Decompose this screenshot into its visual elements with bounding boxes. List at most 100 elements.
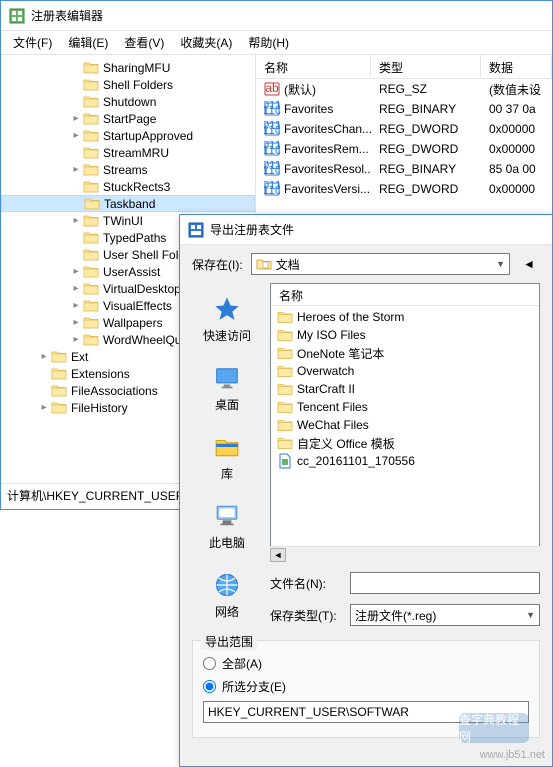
tree-toggle-icon[interactable] [69, 231, 83, 245]
tree-label: Extensions [71, 367, 130, 381]
place-this-pc[interactable]: 此电脑 [192, 494, 262, 557]
folder-icon [51, 350, 67, 363]
menu-favorites[interactable]: 收藏夹(A) [172, 31, 240, 54]
tree-label: UserAssist [103, 265, 160, 279]
folder-icon [277, 435, 293, 451]
tree-item-streammru[interactable]: StreamMRU [1, 144, 255, 161]
place-network[interactable]: 网络 [192, 563, 262, 626]
file-row[interactable]: StarCraft II [273, 380, 537, 398]
tree-item-taskband[interactable]: Taskband [1, 195, 255, 212]
tree-item-sharingmfu[interactable]: SharingMFU [1, 59, 255, 76]
file-name: OneNote 笔记本 [297, 345, 384, 362]
tree-toggle-icon[interactable] [69, 146, 83, 160]
file-row[interactable]: Tencent Files [273, 398, 537, 416]
filetype-combo[interactable]: 注册文件(*.reg) ▼ [350, 604, 540, 626]
folder-icon [83, 78, 99, 91]
value-name: Favorites [284, 102, 333, 116]
folder-icon [83, 163, 99, 176]
back-button[interactable]: ◄ [518, 253, 540, 275]
menu-view[interactable]: 查看(V) [116, 31, 172, 54]
tree-label: Wallpapers [103, 316, 163, 330]
tree-toggle-icon[interactable]: ▸ [69, 163, 83, 177]
tree-toggle-icon[interactable] [69, 95, 83, 109]
bin-icon [264, 141, 280, 157]
tree-item-shutdown[interactable]: Shutdown [1, 93, 255, 110]
save-in-value: 文档 [276, 256, 300, 273]
tree-toggle-icon[interactable] [37, 384, 51, 398]
value-type: REG_DWORD [371, 182, 481, 196]
regfile-icon [277, 453, 293, 469]
values-body[interactable]: (默认)REG_SZ(数值未设FavoritesREG_BINARY00 37 … [256, 79, 552, 199]
tree-item-startpage[interactable]: ▸StartPage [1, 110, 255, 127]
tree-toggle-icon[interactable] [69, 78, 83, 92]
value-name: FavoritesRem... [284, 142, 369, 156]
tree-label: Shutdown [103, 95, 156, 109]
horizontal-scrollbar[interactable]: ◄ [270, 546, 540, 562]
tree-toggle-icon[interactable]: ▸ [69, 265, 83, 279]
title-bar[interactable]: 注册表编辑器 [1, 1, 552, 31]
scroll-left-icon[interactable]: ◄ [270, 548, 286, 562]
tree-toggle-icon[interactable]: ▸ [69, 316, 83, 330]
save-in-combo[interactable]: 文档 ▼ [251, 253, 510, 275]
folder-icon [83, 180, 99, 193]
file-name: WeChat Files [297, 418, 369, 432]
file-list-panel[interactable]: 名称 Heroes of the StormMy ISO FilesOneNot… [270, 283, 540, 547]
file-row[interactable]: Heroes of the Storm [273, 308, 537, 326]
tree-toggle-icon[interactable] [69, 61, 83, 75]
value-row[interactable]: FavoritesResol...REG_BINARY85 0a 00 [256, 159, 552, 179]
menu-help[interactable]: 帮助(H) [240, 31, 297, 54]
tree-item-startupapproved[interactable]: ▸StartupApproved [1, 127, 255, 144]
filename-input[interactable] [350, 572, 540, 594]
radio-branch[interactable] [203, 680, 216, 693]
branch-input[interactable] [203, 701, 529, 723]
radio-all[interactable] [203, 657, 216, 670]
col-name[interactable]: 名称 [256, 55, 371, 78]
tree-item-shell-folders[interactable]: Shell Folders [1, 76, 255, 93]
value-data: (数值未设 [481, 81, 552, 98]
col-data[interactable]: 数据 [481, 55, 552, 78]
filetype-value: 注册文件(*.reg) [355, 607, 436, 624]
place-label: 库 [221, 465, 233, 482]
dialog-title-bar[interactable]: 导出注册表文件 [180, 215, 552, 245]
tree-toggle-icon[interactable]: ▸ [69, 112, 83, 126]
place-libraries[interactable]: 库 [192, 425, 262, 488]
tree-toggle-icon[interactable]: ▸ [37, 401, 51, 415]
file-row[interactable]: 自定义 Office 模板 [273, 434, 537, 452]
file-row[interactable]: WeChat Files [273, 416, 537, 434]
file-name: 自定义 Office 模板 [297, 435, 395, 452]
place-quick-access[interactable]: 快速访问 [192, 287, 262, 350]
tree-toggle-icon[interactable] [69, 180, 83, 194]
folder-icon [83, 282, 99, 295]
tree-toggle-icon[interactable] [70, 197, 84, 211]
tree-toggle-icon[interactable]: ▸ [69, 282, 83, 296]
file-row[interactable]: My ISO Files [273, 326, 537, 344]
tree-toggle-icon[interactable]: ▸ [69, 299, 83, 313]
file-row[interactable]: cc_20161101_170556 [273, 452, 537, 470]
tree-label: SharingMFU [103, 61, 170, 75]
value-row[interactable]: FavoritesChan...REG_DWORD0x00000 [256, 119, 552, 139]
values-header[interactable]: 名称 类型 数据 [256, 55, 552, 79]
value-row[interactable]: FavoritesRem...REG_DWORD0x00000 [256, 139, 552, 159]
value-row[interactable]: (默认)REG_SZ(数值未设 [256, 79, 552, 99]
value-data: 0x00000 [481, 122, 552, 136]
tree-toggle-icon[interactable]: ▸ [69, 333, 83, 347]
tree-toggle-icon[interactable]: ▸ [69, 214, 83, 228]
regedit-icon [9, 8, 25, 24]
tree-item-stuckrects3[interactable]: StuckRects3 [1, 178, 255, 195]
tree-item-streams[interactable]: ▸Streams [1, 161, 255, 178]
file-row[interactable]: Overwatch [273, 362, 537, 380]
menu-edit[interactable]: 编辑(E) [60, 31, 116, 54]
file-list-header[interactable]: 名称 [271, 284, 539, 306]
file-row[interactable]: OneNote 笔记本 [273, 344, 537, 362]
place-desktop[interactable]: 桌面 [192, 356, 262, 419]
tree-toggle-icon[interactable]: ▸ [37, 350, 51, 364]
chevron-down-icon: ▼ [526, 610, 535, 620]
value-row[interactable]: FavoritesVersi...REG_DWORD0x00000 [256, 179, 552, 199]
tree-toggle-icon[interactable] [37, 367, 51, 381]
file-name: Overwatch [297, 364, 354, 378]
col-type[interactable]: 类型 [371, 55, 481, 78]
value-row[interactable]: FavoritesREG_BINARY00 37 0a [256, 99, 552, 119]
tree-toggle-icon[interactable] [69, 248, 83, 262]
menu-file[interactable]: 文件(F) [5, 31, 60, 54]
tree-toggle-icon[interactable]: ▸ [69, 129, 83, 143]
